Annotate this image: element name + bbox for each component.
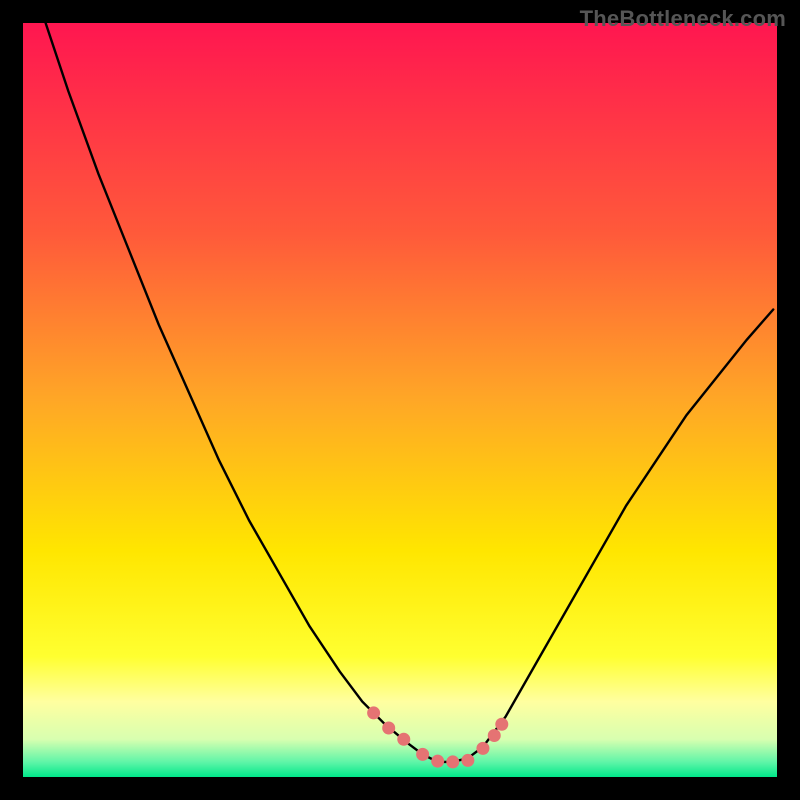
data-marker [382,721,395,734]
data-marker [495,718,508,731]
data-marker [416,748,429,761]
data-marker [397,733,410,746]
chart-frame: TheBottleneck.com [0,0,800,800]
watermark-label: TheBottleneck.com [580,6,786,32]
gradient-background [23,23,777,777]
data-marker [488,729,501,742]
data-marker [431,755,444,768]
data-marker [367,706,380,719]
data-marker [446,755,459,768]
bottleneck-curve-plot [23,23,777,777]
data-marker [476,742,489,755]
data-marker [461,754,474,767]
